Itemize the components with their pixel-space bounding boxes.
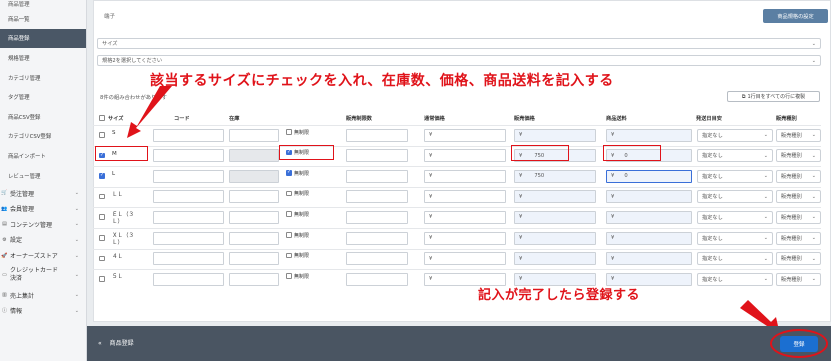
arrow-to-checkbox — [127, 86, 172, 138]
footer-bar: « 商品登録 登録 — [87, 326, 831, 361]
back-link[interactable]: « 商品登録 — [98, 338, 134, 347]
double-chevron-left-icon: « — [98, 340, 102, 347]
annotation-arrows — [127, 86, 780, 335]
register-button[interactable]: 登録 — [780, 336, 818, 352]
